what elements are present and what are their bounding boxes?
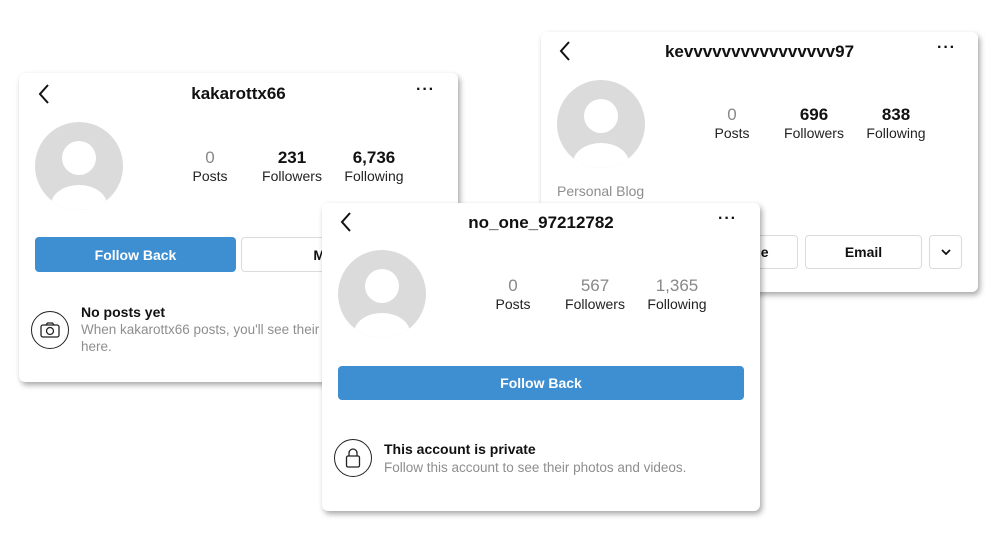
more-options-icon[interactable]: ···: [718, 210, 737, 228]
email-button[interactable]: Email: [805, 235, 922, 269]
avatar: [338, 250, 426, 338]
camera-icon: [31, 311, 69, 349]
following-stat[interactable]: 1,365 Following: [637, 276, 717, 312]
username: kakarottx66: [191, 84, 286, 103]
avatar: [557, 80, 645, 168]
bio: Personal Blog: [557, 183, 645, 199]
username: no_one_97212782: [468, 213, 614, 232]
following-stat[interactable]: 838 Following: [856, 105, 936, 141]
profile-card-no-one: no_one_97212782 ··· 0 Posts 567 Followers …: [322, 203, 760, 511]
posts-stat: 0 Posts: [495, 276, 531, 312]
more-options-icon[interactable]: ···: [937, 39, 956, 57]
suggestions-dropdown-button[interactable]: [929, 235, 962, 269]
followers-stat[interactable]: 567 Followers: [555, 276, 635, 312]
follow-back-button[interactable]: Follow Back: [338, 366, 744, 400]
lock-icon: [334, 439, 372, 477]
follow-back-button[interactable]: Follow Back: [35, 237, 236, 272]
followers-stat[interactable]: 231 Followers: [252, 148, 332, 184]
following-stat[interactable]: 6,736 Following: [334, 148, 414, 184]
more-options-icon[interactable]: ···: [416, 81, 435, 99]
private-text: Follow this account to see their photos …: [384, 460, 687, 475]
username: kevvvvvvvvvvvvvvvv97: [664, 42, 855, 61]
empty-title: No posts yet: [81, 304, 166, 320]
chevron-down-icon: [940, 249, 951, 255]
avatar: [35, 122, 123, 210]
followers-stat[interactable]: 696 Followers: [774, 105, 854, 141]
posts-stat: 0 Posts: [192, 148, 228, 184]
posts-stat: 0 Posts: [714, 105, 750, 141]
private-title: This account is private: [384, 441, 536, 457]
